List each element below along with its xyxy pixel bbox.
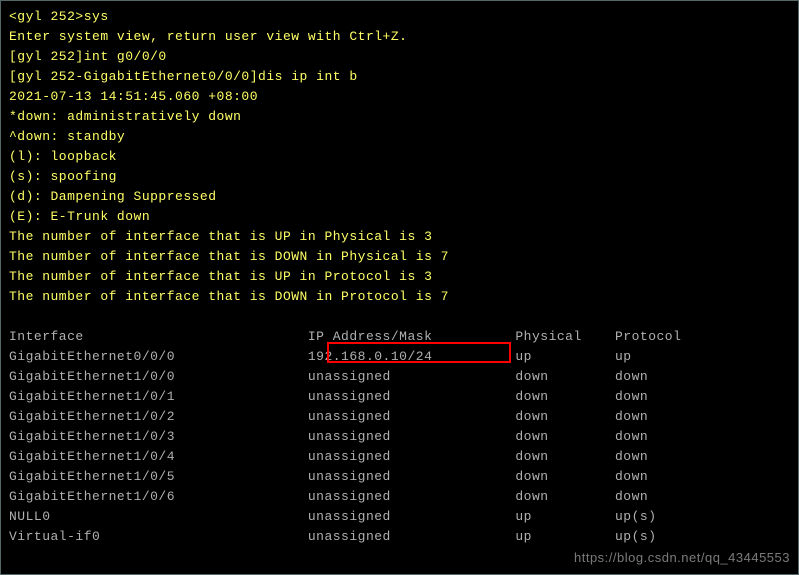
table-row: GigabitEthernet1/0/2 unassigned down dow… bbox=[9, 407, 790, 427]
terminal-line: Enter system view, return user view with… bbox=[9, 27, 790, 47]
terminal-line: The number of interface that is UP in Ph… bbox=[9, 227, 790, 247]
terminal-line: (d): Dampening Suppressed bbox=[9, 187, 790, 207]
table-row: GigabitEthernet1/0/3 unassigned down dow… bbox=[9, 427, 790, 447]
terminal-line: (l): loopback bbox=[9, 147, 790, 167]
watermark: https://blog.csdn.net/qq_43445553 bbox=[574, 548, 790, 568]
terminal-output: <gyl 252>sysEnter system view, return us… bbox=[9, 7, 790, 327]
table-row: GigabitEthernet0/0/0 192.168.0.10/24 up … bbox=[9, 347, 790, 367]
interface-table: Interface IP Address/Mask Physical Proto… bbox=[9, 327, 790, 547]
terminal-line: 2021-07-13 14:51:45.060 +08:00 bbox=[9, 87, 790, 107]
table-header: Interface IP Address/Mask Physical Proto… bbox=[9, 327, 790, 347]
terminal-line: [gyl 252]int g0/0/0 bbox=[9, 47, 790, 67]
table-row: GigabitEthernet1/0/6 unassigned down dow… bbox=[9, 487, 790, 507]
terminal-line: The number of interface that is DOWN in … bbox=[9, 247, 790, 267]
terminal-line: <gyl 252>sys bbox=[9, 7, 790, 27]
terminal-line: *down: administratively down bbox=[9, 107, 790, 127]
table-row: GigabitEthernet1/0/4 unassigned down dow… bbox=[9, 447, 790, 467]
table-row: GigabitEthernet1/0/5 unassigned down dow… bbox=[9, 467, 790, 487]
terminal-line: (s): spoofing bbox=[9, 167, 790, 187]
terminal-line: The number of interface that is DOWN in … bbox=[9, 287, 790, 307]
terminal-line: ^down: standby bbox=[9, 127, 790, 147]
table-row: Virtual-if0 unassigned up up(s) bbox=[9, 527, 790, 547]
table-row: GigabitEthernet1/0/1 unassigned down dow… bbox=[9, 387, 790, 407]
table-row: NULL0 unassigned up up(s) bbox=[9, 507, 790, 527]
terminal-line bbox=[9, 307, 790, 327]
terminal-line: [gyl 252-GigabitEthernet0/0/0]dis ip int… bbox=[9, 67, 790, 87]
terminal-line: (E): E-Trunk down bbox=[9, 207, 790, 227]
table-row: GigabitEthernet1/0/0 unassigned down dow… bbox=[9, 367, 790, 387]
terminal-line: The number of interface that is UP in Pr… bbox=[9, 267, 790, 287]
